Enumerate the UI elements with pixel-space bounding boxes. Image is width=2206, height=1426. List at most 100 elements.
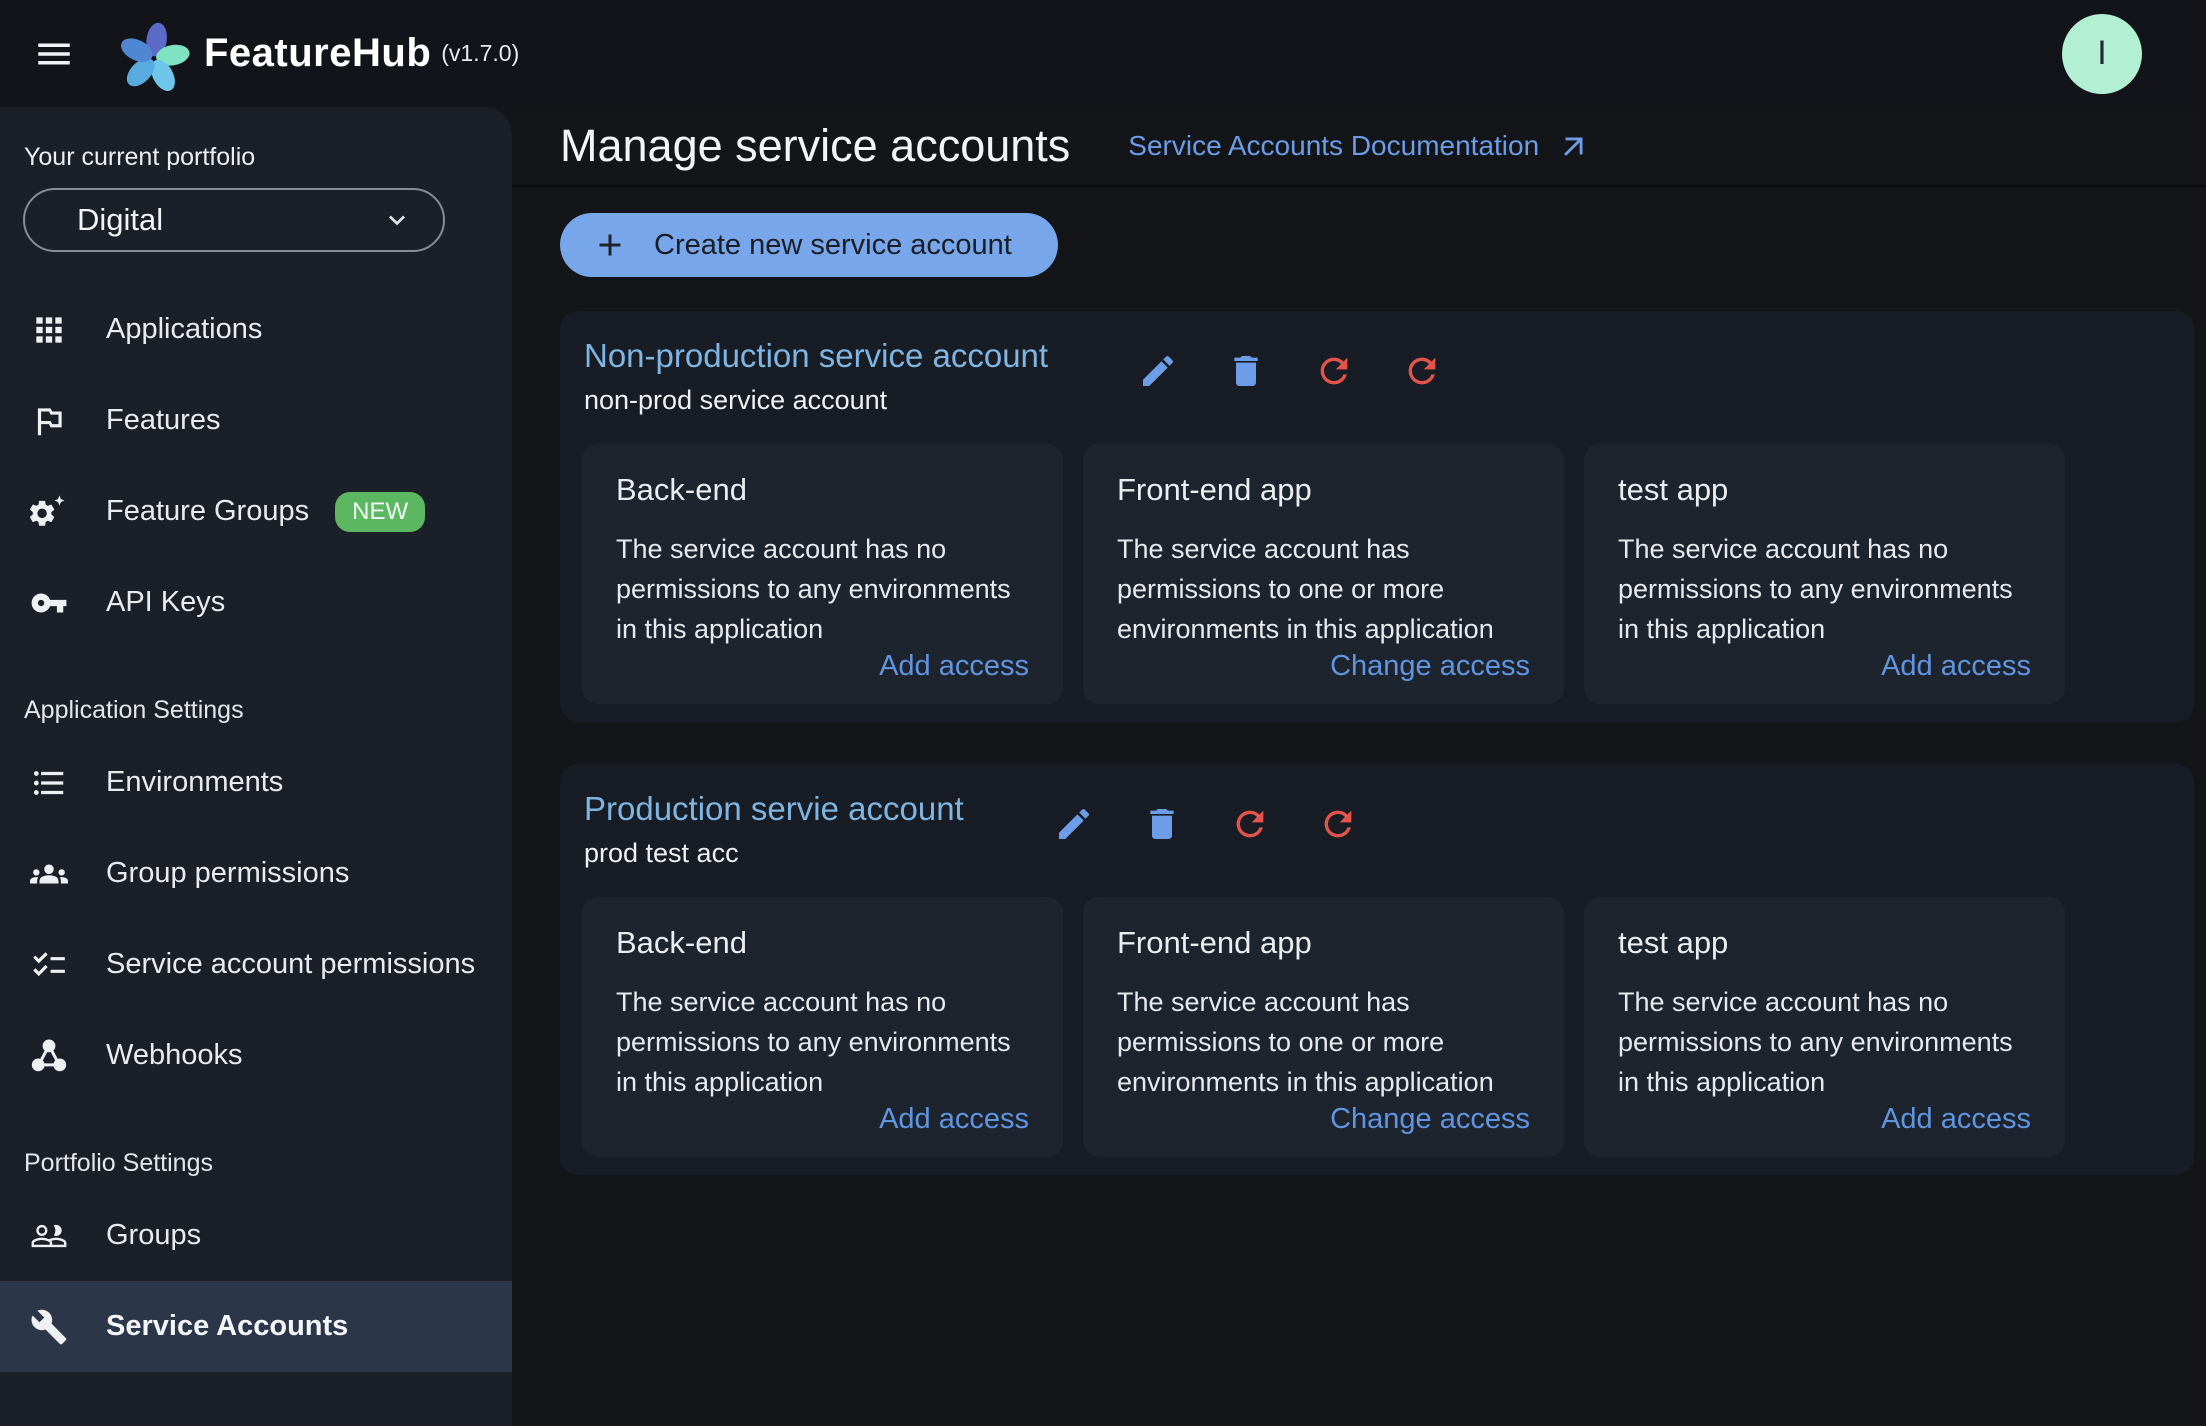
sidebar-item-service-account-permissions[interactable]: Service account permissions [0,919,512,1010]
trash-icon [1150,808,1174,839]
app-name: Back-end [616,471,747,507]
sidebar-item-environments[interactable]: Environments [0,737,512,828]
delete-account-button[interactable] [1224,349,1268,393]
service-accounts-documentation-link[interactable]: Service Accounts Documentation [1128,129,1591,163]
add-access-link[interactable]: Add access [1881,1103,2031,1136]
app-permission-text: The service account has permissions to o… [1117,533,1494,644]
service-account-card: Production servie account prod test acc [560,763,2194,1175]
section-header-application-settings: Application Settings [24,696,244,724]
app-name: Back-end [616,924,747,960]
sidebar-item-feature-groups[interactable]: Feature Groups NEW [0,466,512,557]
sidebar-item-group-permissions[interactable]: Group permissions [0,828,512,919]
app-permission-text: The service account has no permissions t… [1618,986,2013,1097]
topbar: FeatureHub (v1.7.0) I [0,0,2206,107]
hamburger-menu-icon [38,43,70,64]
reset-key-button-1[interactable] [1228,802,1272,846]
change-access-link[interactable]: Change access [1330,1103,1530,1136]
app-permission-cards: Back-end The service account has no perm… [582,896,2172,1157]
sidebar-item-label: Features [106,404,221,436]
trash-icon [1234,356,1258,386]
app-permission-text: The service account has no permissions t… [616,533,1011,644]
sidebar-item-applications[interactable]: Applications [0,284,512,375]
account-actions [1136,349,1444,393]
create-service-account-button[interactable]: Create new service account [560,213,1058,277]
refresh-icon [1324,810,1352,838]
app-card-test-app: test app The service account has no perm… [1584,443,2065,704]
sidebar-item-service-accounts[interactable]: Service Accounts [0,1281,512,1372]
reset-key-button-1[interactable] [1312,349,1356,393]
account-heading: Production servie account prod test acc [584,790,964,869]
refresh-icon [1236,810,1264,838]
app-title: FeatureHub [204,31,432,75]
app-permission-text: The service account has no permissions t… [1618,533,2013,644]
sidebar-item-label: Service Accounts [106,1310,349,1342]
account-title: Non-production service account [584,337,1049,374]
featurehub-logo: FeatureHub (v1.7.0) [118,15,519,93]
edit-account-button[interactable] [1136,349,1180,393]
sidebar-item-groups[interactable]: Groups [0,1190,512,1281]
main-content: Manage service accounts Service Accounts… [512,107,2206,1426]
portfolio-select[interactable]: Digital [23,188,445,252]
add-access-link[interactable]: Add access [879,1103,1029,1136]
app-card-back-end: Back-end The service account has no perm… [582,443,1063,704]
page-title: Manage service accounts [560,120,1071,171]
chevron-down-icon [389,215,405,226]
doc-link-label: Service Accounts Documentation [1128,130,1540,161]
refresh-icon [1320,357,1348,385]
avatar[interactable]: I [2062,13,2142,94]
apps-grid-icon [28,309,70,351]
app-card-back-end: Back-end The service account has no perm… [582,896,1063,1157]
sidebar-item-label: Environments [106,766,284,798]
plus-icon [599,234,621,256]
app-name: test app [1618,924,1729,960]
checklist-icon [28,944,70,986]
pencil-icon [1143,355,1174,386]
account-description: prod test acc [584,837,739,868]
people-group-icon [28,853,70,895]
reset-key-button-2[interactable] [1316,802,1360,846]
sidebar-item-label: Applications [106,313,263,345]
app-permission-text: The service account has no permissions t… [616,986,1011,1097]
app-permission-text: The service account has permissions to o… [1117,986,1494,1097]
app-name: test app [1618,471,1729,507]
edit-account-button[interactable] [1052,802,1096,846]
account-header: Production servie account prod test acc [582,790,2172,869]
portfolio-label: Your current portfolio [24,143,256,171]
account-actions [1052,802,1360,846]
sidebar-item-features[interactable]: Features [0,375,512,466]
account-heading: Non-production service account non-prod … [584,337,1048,416]
sidebar-item-label: Groups [106,1219,202,1251]
app-card-front-end: Front-end app The service account has pe… [1083,896,1564,1157]
featurehub-flower-icon [121,22,190,91]
gear-sparkle-icon [28,491,70,533]
flag-icon [28,400,70,442]
pencil-icon [1058,808,1089,839]
key-icon [28,582,70,624]
sidebar-item-label: Webhooks [106,1039,243,1071]
new-badge: NEW [335,491,426,532]
sidebar-item-api-keys[interactable]: API Keys [0,557,512,648]
list-icon [28,762,70,804]
add-access-link[interactable]: Add access [879,650,1029,683]
featurehub-app: FeatureHub (v1.7.0) I Your current portf… [0,0,2206,1426]
sidebar-item-label: Service account permissions [106,948,476,980]
account-description: non-prod service account [584,384,888,415]
hamburger-menu-button[interactable] [26,26,82,82]
reset-key-button-2[interactable] [1400,349,1444,393]
change-access-link[interactable]: Change access [1330,650,1530,683]
section-header-portfolio-settings: Portfolio Settings [24,1149,213,1177]
app-permission-cards: Back-end The service account has no perm… [582,443,2172,704]
delete-account-button[interactable] [1140,802,1184,846]
app-card-front-end: Front-end app The service account has pe… [1083,443,1564,704]
webhook-icon [28,1035,70,1077]
account-title: Production servie account [584,789,964,827]
account-header: Non-production service account non-prod … [582,337,2172,416]
sidebar-item-label: Group permissions [106,857,350,889]
create-button-label: Create new service account [654,228,1012,261]
page-header: Manage service accounts Service Accounts… [512,107,2206,187]
add-access-link[interactable]: Add access [1881,650,2031,683]
sidebar-item-webhooks[interactable]: Webhooks [0,1010,512,1101]
refresh-icon [1408,357,1436,385]
portfolio-value: Digital [77,202,164,237]
sidebar-nav: Applications Features Feature Groups NEW… [0,284,512,1372]
